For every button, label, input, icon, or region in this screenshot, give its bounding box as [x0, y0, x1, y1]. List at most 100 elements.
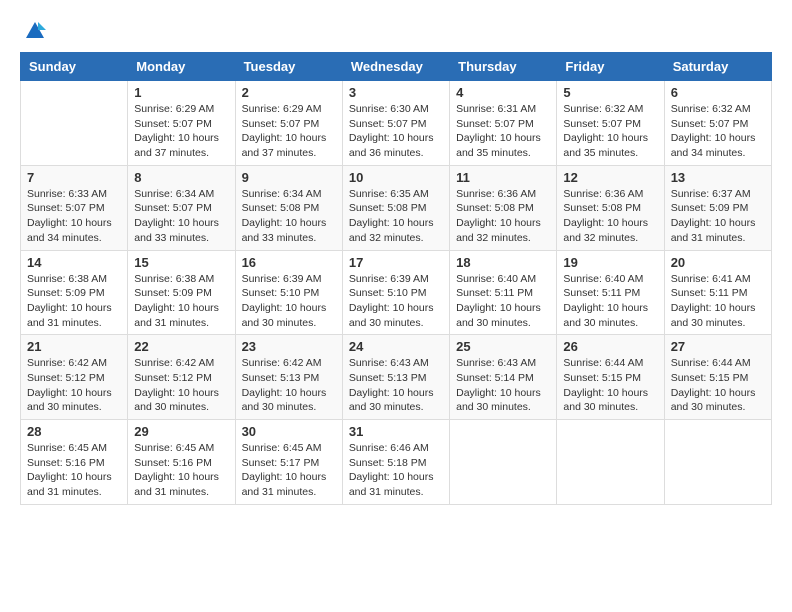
day-number: 1	[134, 85, 228, 100]
day-number: 28	[27, 424, 121, 439]
day-info: Sunrise: 6:29 AM Sunset: 5:07 PM Dayligh…	[242, 102, 336, 161]
day-number: 9	[242, 170, 336, 185]
day-number: 15	[134, 255, 228, 270]
day-number: 4	[456, 85, 550, 100]
calendar-cell: 24 Sunrise: 6:43 AM Sunset: 5:13 PM Dayli…	[342, 335, 449, 420]
calendar-cell: 19 Sunrise: 6:40 AM Sunset: 5:11 PM Dayli…	[557, 250, 664, 335]
calendar-cell: 31 Sunrise: 6:46 AM Sunset: 5:18 PM Dayli…	[342, 420, 449, 505]
calendar-cell: 17Sunrise: 6:39 AM Sunset: 5:10 PM Dayli…	[342, 250, 449, 335]
calendar-cell: 20 Sunrise: 6:41 AM Sunset: 5:11 PM Dayli…	[664, 250, 771, 335]
day-number: 17	[349, 255, 443, 270]
day-info: Sunrise: 6:41 AM Sunset: 5:11 PM Dayligh…	[671, 272, 765, 331]
day-info: Sunrise: 6:40 AM Sunset: 5:11 PM Dayligh…	[456, 272, 550, 331]
day-info: Sunrise: 6:33 AM Sunset: 5:07 PM Dayligh…	[27, 187, 121, 246]
calendar-cell: 26 Sunrise: 6:44 AM Sunset: 5:15 PM Dayli…	[557, 335, 664, 420]
day-number: 5	[563, 85, 657, 100]
calendar-cell: 13 Sunrise: 6:37 AM Sunset: 5:09 PM Dayli…	[664, 165, 771, 250]
weekday-header-sunday: Sunday	[21, 53, 128, 81]
day-info: Sunrise: 6:37 AM Sunset: 5:09 PM Dayligh…	[671, 187, 765, 246]
calendar-week-3: 14 Sunrise: 6:38 AM Sunset: 5:09 PM Dayli…	[21, 250, 772, 335]
calendar-week-5: 28 Sunrise: 6:45 AM Sunset: 5:16 PM Dayli…	[21, 420, 772, 505]
day-info: Sunrise: 6:32 AM Sunset: 5:07 PM Dayligh…	[671, 102, 765, 161]
day-info: Sunrise: 6:42 AM Sunset: 5:12 PM Dayligh…	[134, 356, 228, 415]
day-info: Sunrise: 6:38 AM Sunset: 5:09 PM Dayligh…	[27, 272, 121, 331]
day-info: Sunrise: 6:30 AM Sunset: 5:07 PM Dayligh…	[349, 102, 443, 161]
calendar-cell: 10 Sunrise: 6:35 AM Sunset: 5:08 PM Dayli…	[342, 165, 449, 250]
day-info: Sunrise: 6:40 AM Sunset: 5:11 PM Dayligh…	[563, 272, 657, 331]
day-number: 7	[27, 170, 121, 185]
calendar-cell: 14 Sunrise: 6:38 AM Sunset: 5:09 PM Dayli…	[21, 250, 128, 335]
calendar-cell: 21Sunrise: 6:42 AM Sunset: 5:12 PM Dayli…	[21, 335, 128, 420]
calendar-cell	[450, 420, 557, 505]
day-number: 30	[242, 424, 336, 439]
day-number: 8	[134, 170, 228, 185]
day-info: Sunrise: 6:43 AM Sunset: 5:13 PM Dayligh…	[349, 356, 443, 415]
calendar-cell: 8 Sunrise: 6:34 AM Sunset: 5:07 PM Daylig…	[128, 165, 235, 250]
day-number: 25	[456, 339, 550, 354]
logo	[20, 20, 48, 42]
weekday-header-row: SundayMondayTuesdayWednesdayThursdayFrid…	[21, 53, 772, 81]
weekday-header-saturday: Saturday	[664, 53, 771, 81]
calendar-cell: 27 Sunrise: 6:44 AM Sunset: 5:15 PM Dayli…	[664, 335, 771, 420]
calendar-cell: 5 Sunrise: 6:32 AM Sunset: 5:07 PM Daylig…	[557, 81, 664, 166]
calendar-cell: 18Sunrise: 6:40 AM Sunset: 5:11 PM Dayli…	[450, 250, 557, 335]
day-info: Sunrise: 6:44 AM Sunset: 5:15 PM Dayligh…	[671, 356, 765, 415]
calendar-week-2: 7 Sunrise: 6:33 AM Sunset: 5:07 PM Daylig…	[21, 165, 772, 250]
calendar-cell: 9 Sunrise: 6:34 AM Sunset: 5:08 PM Daylig…	[235, 165, 342, 250]
calendar-cell: 15 Sunrise: 6:38 AM Sunset: 5:09 PM Dayli…	[128, 250, 235, 335]
day-number: 29	[134, 424, 228, 439]
day-number: 11	[456, 170, 550, 185]
day-info: Sunrise: 6:42 AM Sunset: 5:12 PM Dayligh…	[27, 356, 121, 415]
calendar-cell: 12Sunrise: 6:36 AM Sunset: 5:08 PM Dayli…	[557, 165, 664, 250]
day-info: Sunrise: 6:42 AM Sunset: 5:13 PM Dayligh…	[242, 356, 336, 415]
day-number: 10	[349, 170, 443, 185]
logo-icon	[24, 20, 46, 42]
calendar-cell: 1 Sunrise: 6:29 AM Sunset: 5:07 PM Daylig…	[128, 81, 235, 166]
day-info: Sunrise: 6:36 AM Sunset: 5:08 PM Dayligh…	[456, 187, 550, 246]
day-info: Sunrise: 6:44 AM Sunset: 5:15 PM Dayligh…	[563, 356, 657, 415]
day-info: Sunrise: 6:36 AM Sunset: 5:08 PM Dayligh…	[563, 187, 657, 246]
weekday-header-wednesday: Wednesday	[342, 53, 449, 81]
day-number: 14	[27, 255, 121, 270]
day-number: 19	[563, 255, 657, 270]
day-number: 13	[671, 170, 765, 185]
day-info: Sunrise: 6:38 AM Sunset: 5:09 PM Dayligh…	[134, 272, 228, 331]
day-info: Sunrise: 6:34 AM Sunset: 5:07 PM Dayligh…	[134, 187, 228, 246]
calendar-cell: 22Sunrise: 6:42 AM Sunset: 5:12 PM Dayli…	[128, 335, 235, 420]
calendar-cell: 2Sunrise: 6:29 AM Sunset: 5:07 PM Daylig…	[235, 81, 342, 166]
day-info: Sunrise: 6:35 AM Sunset: 5:08 PM Dayligh…	[349, 187, 443, 246]
day-info: Sunrise: 6:34 AM Sunset: 5:08 PM Dayligh…	[242, 187, 336, 246]
calendar-cell: 7 Sunrise: 6:33 AM Sunset: 5:07 PM Daylig…	[21, 165, 128, 250]
day-number: 23	[242, 339, 336, 354]
day-number: 26	[563, 339, 657, 354]
day-number: 27	[671, 339, 765, 354]
calendar-week-4: 21Sunrise: 6:42 AM Sunset: 5:12 PM Dayli…	[21, 335, 772, 420]
day-info: Sunrise: 6:29 AM Sunset: 5:07 PM Dayligh…	[134, 102, 228, 161]
day-number: 6	[671, 85, 765, 100]
day-number: 3	[349, 85, 443, 100]
calendar-table: SundayMondayTuesdayWednesdayThursdayFrid…	[20, 52, 772, 505]
day-number: 16	[242, 255, 336, 270]
calendar-cell	[664, 420, 771, 505]
day-number: 31	[349, 424, 443, 439]
calendar-cell	[557, 420, 664, 505]
day-info: Sunrise: 6:31 AM Sunset: 5:07 PM Dayligh…	[456, 102, 550, 161]
calendar-cell: 25Sunrise: 6:43 AM Sunset: 5:14 PM Dayli…	[450, 335, 557, 420]
weekday-header-friday: Friday	[557, 53, 664, 81]
weekday-header-monday: Monday	[128, 53, 235, 81]
day-info: Sunrise: 6:39 AM Sunset: 5:10 PM Dayligh…	[242, 272, 336, 331]
day-info: Sunrise: 6:45 AM Sunset: 5:16 PM Dayligh…	[27, 441, 121, 500]
calendar-cell: 4 Sunrise: 6:31 AM Sunset: 5:07 PM Daylig…	[450, 81, 557, 166]
calendar-cell	[21, 81, 128, 166]
day-number: 24	[349, 339, 443, 354]
day-info: Sunrise: 6:32 AM Sunset: 5:07 PM Dayligh…	[563, 102, 657, 161]
calendar-cell: 30 Sunrise: 6:45 AM Sunset: 5:17 PM Dayli…	[235, 420, 342, 505]
day-number: 20	[671, 255, 765, 270]
page-header	[20, 20, 772, 42]
day-info: Sunrise: 6:45 AM Sunset: 5:17 PM Dayligh…	[242, 441, 336, 500]
calendar-cell: 29 Sunrise: 6:45 AM Sunset: 5:16 PM Dayli…	[128, 420, 235, 505]
calendar-cell: 6 Sunrise: 6:32 AM Sunset: 5:07 PM Daylig…	[664, 81, 771, 166]
day-info: Sunrise: 6:45 AM Sunset: 5:16 PM Dayligh…	[134, 441, 228, 500]
calendar-cell: 28 Sunrise: 6:45 AM Sunset: 5:16 PM Dayli…	[21, 420, 128, 505]
day-info: Sunrise: 6:46 AM Sunset: 5:18 PM Dayligh…	[349, 441, 443, 500]
